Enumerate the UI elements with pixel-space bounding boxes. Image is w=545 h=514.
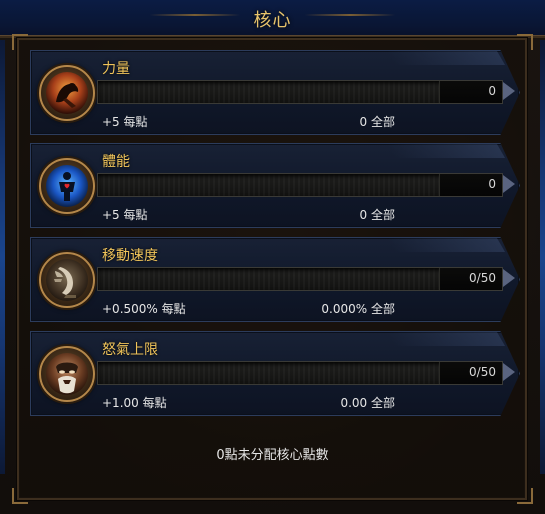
panel-bevel bbox=[386, 332, 506, 346]
increase-arrow-icon[interactable] bbox=[503, 82, 515, 100]
stat-value-box: 0 bbox=[439, 174, 502, 196]
frame-corner-bottom-left bbox=[12, 488, 28, 504]
stat-panel-movement-speed[interactable]: 移動速度 0/50 +0.500% 每點 0.000% 全部 bbox=[30, 237, 520, 322]
panel-bevel bbox=[386, 238, 506, 252]
increase-arrow-icon[interactable] bbox=[503, 269, 515, 287]
paragon-core-window: 核心 力量 0 +5 每點 0 全部 體能 0 +5 每點 0 全部 移動速度 … bbox=[0, 0, 545, 514]
stat-total: 0.00 全部 bbox=[340, 396, 395, 410]
vitality-icon bbox=[46, 165, 88, 207]
stat-per-point: +5 每點 bbox=[102, 115, 148, 129]
stat-value: 0/50 bbox=[469, 271, 496, 285]
stat-name: 力量 bbox=[102, 61, 130, 77]
left-edge-glow bbox=[0, 40, 5, 474]
stat-total: 0 全部 bbox=[359, 208, 395, 222]
frame-corner-top-right bbox=[517, 34, 533, 50]
right-edge-glow bbox=[540, 40, 545, 474]
stat-value-box: 0/50 bbox=[439, 268, 502, 290]
stat-value-box: 0 bbox=[439, 81, 502, 103]
stat-value: 0 bbox=[488, 84, 496, 98]
stat-total: 0.000% 全部 bbox=[321, 302, 395, 316]
stat-total: 0 全部 bbox=[359, 115, 395, 129]
stat-icon-frame bbox=[39, 252, 95, 308]
strength-icon bbox=[46, 72, 88, 114]
window-title: 核心 bbox=[253, 10, 292, 31]
panel-bevel bbox=[386, 51, 506, 65]
stat-value: 0 bbox=[488, 177, 496, 191]
increase-arrow-icon[interactable] bbox=[503, 363, 515, 381]
frame-corner-bottom-right bbox=[517, 488, 533, 504]
stat-name: 體能 bbox=[102, 154, 130, 170]
stat-panel-vitality[interactable]: 體能 0 +5 每點 0 全部 bbox=[30, 143, 520, 228]
stat-icon-frame bbox=[39, 346, 95, 402]
stat-panel-strength[interactable]: 力量 0 +5 每點 0 全部 bbox=[30, 50, 520, 135]
stat-per-point: +1.00 每點 bbox=[102, 396, 167, 410]
increase-arrow-icon[interactable] bbox=[503, 175, 515, 193]
stat-panel-max-fury[interactable]: 怒氣上限 0/50 +1.00 每點 0.00 全部 bbox=[30, 331, 520, 416]
stat-progress-bar[interactable]: 0 bbox=[97, 173, 503, 197]
unallocated-points-text: 0點未分配核心點數 bbox=[216, 448, 329, 463]
max-fury-icon bbox=[46, 353, 88, 395]
stat-progress-bar[interactable]: 0 bbox=[97, 80, 503, 104]
stat-icon-frame bbox=[39, 65, 95, 121]
stat-value-box: 0/50 bbox=[439, 362, 502, 384]
title-bar: 核心 bbox=[0, 0, 545, 38]
stat-icon-frame bbox=[39, 158, 95, 214]
movement-speed-icon bbox=[46, 259, 88, 301]
stat-name: 移動速度 bbox=[102, 248, 158, 264]
stat-per-point: +5 每點 bbox=[102, 208, 148, 222]
stat-name: 怒氣上限 bbox=[102, 342, 158, 358]
stat-per-point: +0.500% 每點 bbox=[102, 302, 186, 316]
stat-progress-bar[interactable]: 0/50 bbox=[97, 361, 503, 385]
stat-progress-bar[interactable]: 0/50 bbox=[97, 267, 503, 291]
panel-bevel bbox=[386, 144, 506, 158]
frame-corner-top-left bbox=[12, 34, 28, 50]
stat-value: 0/50 bbox=[469, 365, 496, 379]
